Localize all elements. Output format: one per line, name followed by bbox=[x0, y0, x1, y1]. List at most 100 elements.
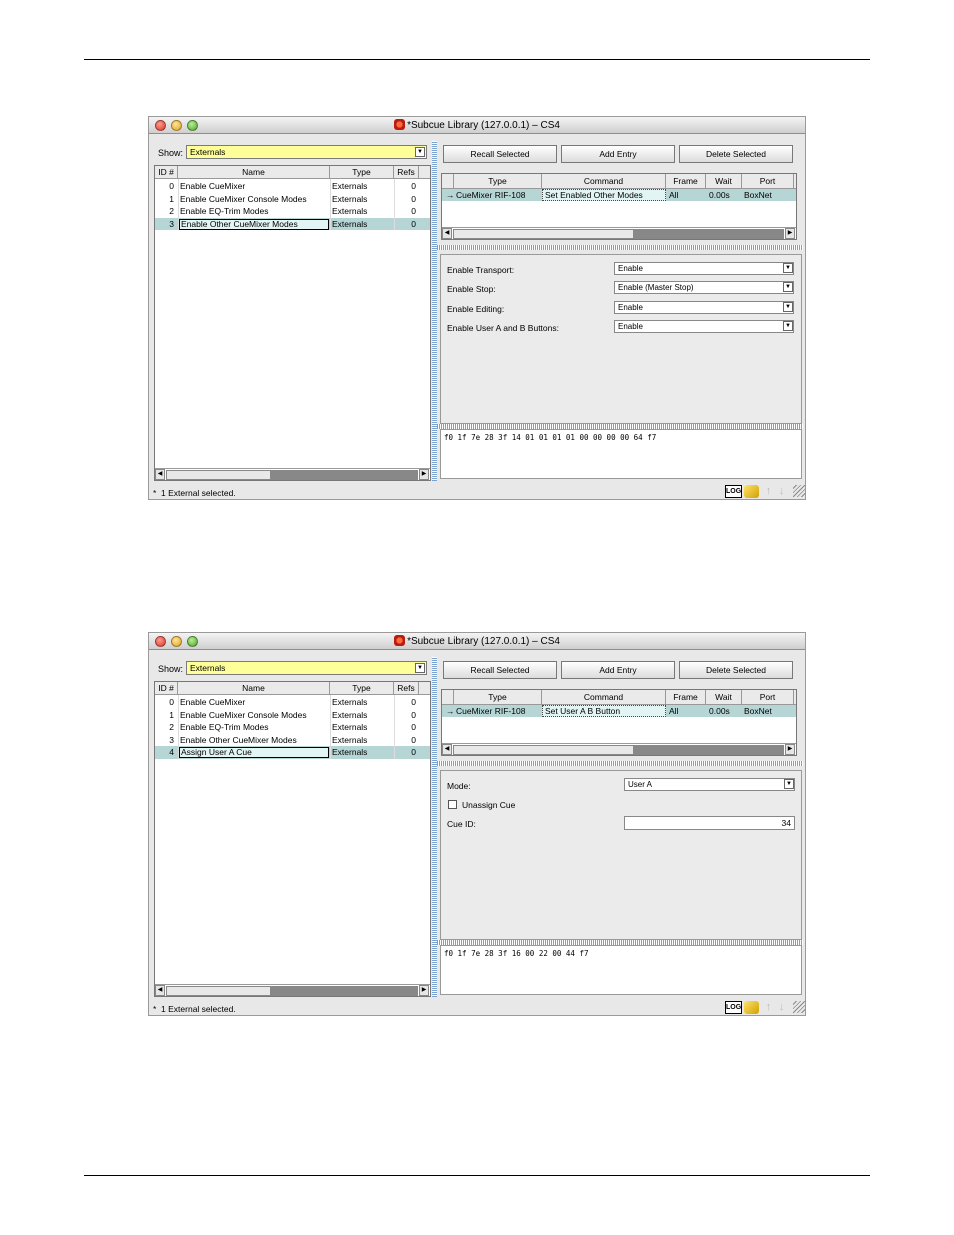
recall-selected-button[interactable]: Recall Selected bbox=[443, 145, 557, 163]
list-horizontal-scrollbar[interactable]: ◀ ▶ bbox=[155, 468, 430, 480]
arrow-up-icon[interactable]: ↑ bbox=[762, 1001, 775, 1014]
row-refs: 0 bbox=[411, 193, 416, 204]
column-header-port[interactable]: Port bbox=[742, 174, 794, 189]
column-header-type[interactable]: Type bbox=[330, 166, 394, 179]
entry-row-selected[interactable]: → CueMixer RIF-108 Set Enabled Other Mod… bbox=[442, 189, 796, 201]
list-item[interactable]: 2 Enable EQ-Trim Modes Externals 0 bbox=[155, 205, 430, 218]
midi-hex-output[interactable]: f0 1f 7e 28 3f 14 01 01 01 01 00 00 00 0… bbox=[440, 429, 802, 479]
subcue-list[interactable]: ID # Name Type Refs 0 Enable CueMixer Ex… bbox=[154, 681, 431, 997]
entry-row-selected[interactable]: → CueMixer RIF-108 Set User A B Button A… bbox=[442, 705, 796, 717]
column-header-id[interactable]: ID # bbox=[155, 682, 178, 695]
row-type: Externals bbox=[332, 747, 368, 757]
column-header-name[interactable]: Name bbox=[178, 682, 330, 695]
entry-table[interactable]: Type Command Frame Wait Port → CueMixer … bbox=[441, 689, 797, 756]
cue-id-label: Cue ID: bbox=[447, 819, 476, 829]
window-title-wrap: *Subcue Library (127.0.0.1) – CS4 bbox=[149, 119, 805, 131]
column-header-type[interactable]: Type bbox=[330, 682, 394, 695]
chevron-down-icon[interactable]: ▼ bbox=[783, 282, 793, 292]
column-header-type[interactable]: Type bbox=[454, 690, 542, 705]
scrollbar-track[interactable] bbox=[634, 745, 784, 755]
entry-horizontal-scrollbar[interactable]: ◀ ▶ bbox=[442, 227, 796, 239]
scrollbar-thumb[interactable] bbox=[453, 229, 634, 239]
column-header-blank bbox=[442, 690, 454, 705]
row-refs: 0 bbox=[411, 218, 416, 229]
scrollbar-track[interactable] bbox=[634, 229, 784, 239]
list-item[interactable]: 2 Enable EQ-Trim Modes Externals 0 bbox=[155, 721, 430, 734]
horizontal-split-handle[interactable] bbox=[437, 245, 803, 250]
column-header-command[interactable]: Command bbox=[542, 690, 666, 705]
show-filter-select[interactable]: Externals ▼ bbox=[186, 145, 427, 159]
list-item[interactable]: 0 Enable CueMixer Externals 0 bbox=[155, 180, 430, 193]
column-header-refs[interactable]: Refs bbox=[394, 682, 419, 695]
enable-transport-select[interactable]: Enable ▼ bbox=[614, 262, 794, 275]
column-header-frame[interactable]: Frame bbox=[666, 690, 706, 705]
show-filter-select[interactable]: Externals ▼ bbox=[186, 661, 427, 675]
chevron-down-icon[interactable]: ▼ bbox=[783, 263, 793, 273]
scroll-right-arrow-icon[interactable]: ▶ bbox=[419, 985, 429, 996]
enable-user-ab-select[interactable]: Enable ▼ bbox=[614, 320, 794, 333]
wrench-icon[interactable] bbox=[744, 485, 759, 498]
scrollbar-thumb[interactable] bbox=[166, 470, 271, 480]
log-icon[interactable]: LOG bbox=[725, 485, 742, 498]
column-header-wait[interactable]: Wait bbox=[706, 174, 742, 189]
scroll-right-arrow-icon[interactable]: ▶ bbox=[785, 228, 795, 239]
column-header-port[interactable]: Port bbox=[742, 690, 794, 705]
column-header-id[interactable]: ID # bbox=[155, 166, 178, 179]
add-entry-button[interactable]: Add Entry bbox=[561, 661, 675, 679]
list-item[interactable]: 1 Enable CueMixer Console Modes External… bbox=[155, 709, 430, 722]
horizontal-split-handle[interactable] bbox=[437, 761, 803, 766]
status-message: 1 External selected. bbox=[161, 1004, 236, 1014]
list-item-selected[interactable]: 3 Enable Other CueMixer Modes Externals … bbox=[155, 217, 430, 230]
list-item[interactable]: 1 Enable CueMixer Console Modes External… bbox=[155, 193, 430, 206]
scroll-right-arrow-icon[interactable]: ▶ bbox=[419, 469, 429, 480]
resize-grip-icon[interactable] bbox=[793, 485, 805, 497]
list-horizontal-scrollbar[interactable]: ◀ ▶ bbox=[155, 984, 430, 996]
enable-stop-select[interactable]: Enable (Master Stop) ▼ bbox=[614, 281, 794, 294]
scroll-left-arrow-icon[interactable]: ◀ bbox=[155, 469, 165, 480]
arrow-down-icon[interactable]: ↓ bbox=[775, 1001, 788, 1014]
add-entry-button[interactable]: Add Entry bbox=[561, 145, 675, 163]
scroll-right-arrow-icon[interactable]: ▶ bbox=[785, 744, 795, 755]
column-header-name[interactable]: Name bbox=[178, 166, 330, 179]
midi-hex-output[interactable]: f0 1f 7e 28 3f 16 00 22 00 44 f7 bbox=[440, 945, 802, 995]
enable-editing-select[interactable]: Enable ▼ bbox=[614, 301, 794, 314]
chevron-down-icon[interactable]: ▼ bbox=[783, 302, 793, 312]
column-header-type[interactable]: Type bbox=[454, 174, 542, 189]
list-item[interactable]: 0 Enable CueMixer Externals 0 bbox=[155, 696, 430, 709]
vertical-split-handle[interactable] bbox=[432, 141, 437, 481]
subcue-list[interactable]: ID # Name Type Refs 0 Enable CueMixer Ex… bbox=[154, 165, 431, 481]
column-header-command[interactable]: Command bbox=[542, 174, 666, 189]
scroll-left-arrow-icon[interactable]: ◀ bbox=[442, 228, 452, 239]
cue-id-field[interactable]: 34 bbox=[624, 816, 795, 830]
chevron-down-icon[interactable]: ▼ bbox=[415, 663, 425, 673]
scroll-left-arrow-icon[interactable]: ◀ bbox=[155, 985, 165, 996]
list-item[interactable]: 3 Enable Other CueMixer Modes Externals … bbox=[155, 734, 430, 747]
arrow-up-icon[interactable]: ↑ bbox=[762, 485, 775, 498]
resize-grip-icon[interactable] bbox=[793, 1001, 805, 1013]
mode-select[interactable]: User A ▼ bbox=[624, 778, 795, 791]
scrollbar-track[interactable] bbox=[271, 986, 418, 996]
chevron-down-icon[interactable]: ▼ bbox=[784, 779, 794, 789]
vertical-split-handle[interactable] bbox=[432, 657, 437, 997]
column-header-wait[interactable]: Wait bbox=[706, 690, 742, 705]
scrollbar-track[interactable] bbox=[271, 470, 418, 480]
entry-horizontal-scrollbar[interactable]: ◀ ▶ bbox=[442, 743, 796, 755]
scrollbar-thumb[interactable] bbox=[166, 986, 271, 996]
entry-table[interactable]: Type Command Frame Wait Port → CueMixer … bbox=[441, 173, 797, 240]
delete-selected-button[interactable]: Delete Selected bbox=[679, 145, 793, 163]
chevron-down-icon[interactable]: ▼ bbox=[415, 147, 425, 157]
log-icon[interactable]: LOG bbox=[725, 1001, 742, 1014]
delete-selected-button[interactable]: Delete Selected bbox=[679, 661, 793, 679]
unassign-cue-checkbox[interactable] bbox=[448, 800, 457, 809]
recall-selected-button[interactable]: Recall Selected bbox=[443, 661, 557, 679]
wrench-icon[interactable] bbox=[744, 1001, 759, 1014]
chevron-down-icon[interactable]: ▼ bbox=[783, 321, 793, 331]
arrow-down-icon[interactable]: ↓ bbox=[775, 485, 788, 498]
scrollbar-thumb[interactable] bbox=[453, 745, 634, 755]
status-mark: * bbox=[153, 1004, 157, 1014]
column-header-refs[interactable]: Refs bbox=[394, 166, 419, 179]
scroll-left-arrow-icon[interactable]: ◀ bbox=[442, 744, 452, 755]
column-divider bbox=[394, 179, 395, 230]
list-item-selected[interactable]: 4 Assign User A Cue Externals 0 bbox=[155, 746, 430, 759]
column-header-frame[interactable]: Frame bbox=[666, 174, 706, 189]
